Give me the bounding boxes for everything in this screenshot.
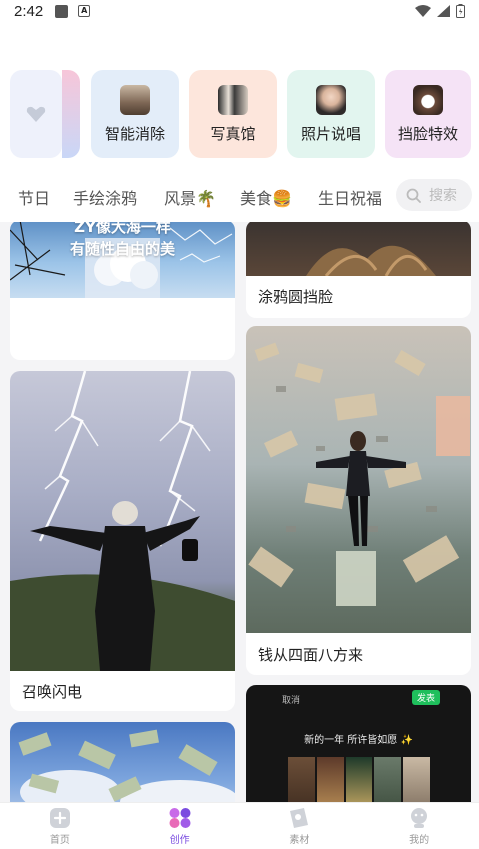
template-card-sea[interactable]: ZY像大海一样 有随性自由的美 [10, 222, 235, 360]
template-image-lightning [10, 371, 235, 671]
tool-card-face-cover[interactable]: 挡脸特效 [385, 70, 471, 158]
tab-profile[interactable]: 我的 [359, 803, 479, 849]
template-image-graffiti [246, 222, 471, 276]
battery-icon [456, 4, 465, 18]
category-tab-birthday[interactable]: 生日祝福 [318, 185, 382, 209]
face-cover-thumbnail [413, 84, 443, 115]
status-bar: 2:42 A [0, 0, 479, 22]
category-tab-festival[interactable]: 节日 [18, 185, 50, 209]
search-input[interactable]: 搜索 [396, 179, 472, 211]
tab-label-profile: 我的 [409, 834, 430, 846]
category-tab-scenery[interactable]: 风景🌴 [164, 185, 216, 209]
template-image-money [246, 326, 471, 633]
materials-icon [290, 807, 309, 828]
bottom-tab-bar: 首页 创作 素材 我的 [0, 802, 479, 849]
smart-erase-thumbnail [120, 84, 150, 115]
new-year-photo-strip [288, 757, 430, 802]
template-card-money[interactable]: 钱从四面八方来 [246, 326, 471, 675]
app-notification-icon: A [78, 5, 91, 17]
photo-studio-thumbnail [218, 84, 248, 115]
lightning-photo-art [10, 371, 235, 671]
template-image-sea: ZY像大海一样 有随性自由的美 [10, 222, 235, 298]
home-icon [49, 807, 70, 828]
card-title-graffiti: 涂鸦圆挡脸 [258, 288, 334, 306]
publish-button: 发表 [412, 690, 441, 705]
category-tab-food[interactable]: 美食🍔 [240, 185, 292, 209]
money-photo-art [248, 342, 470, 606]
tab-create[interactable]: 创作 [120, 803, 240, 849]
template-card-lightning[interactable]: 召唤闪电 [10, 371, 235, 711]
tool-label-photo-studio: 写真馆 [210, 124, 256, 143]
tab-label-materials: 素材 [289, 834, 310, 846]
search-placeholder: 搜索 [429, 188, 457, 204]
card-title-money: 钱从四面八方来 [258, 646, 364, 664]
template-card-new-year[interactable]: 取消 发表 新的一年 所许皆如愿 ✨ [246, 685, 471, 802]
tab-home[interactable]: 首页 [0, 803, 120, 849]
tool-label-photo-rap: 照片说唱 [300, 124, 361, 143]
wifi-icon [415, 5, 431, 17]
heart-icon [26, 106, 46, 122]
template-feed: ZY像大海一样 有随性自由的美 涂鸦圆挡脸 召唤闪电 钱从四面八方来 取消 发表… [0, 222, 479, 802]
template-card-graffiti-circle[interactable]: 涂鸦圆挡脸 [246, 222, 471, 318]
tool-card-more[interactable] [10, 70, 62, 158]
tool-card-photo-studio[interactable]: 写真馆 [189, 70, 277, 158]
tool-label-face-cover: 挡脸特效 [397, 124, 458, 143]
card-title-lightning: 召唤闪电 [22, 683, 83, 701]
tab-label-home: 首页 [49, 834, 70, 846]
search-icon [406, 188, 421, 203]
profile-icon [411, 807, 428, 828]
tool-card-photo-rap[interactable]: 照片说唱 [287, 70, 375, 158]
tool-row: 智能消除 写真馆 照片说唱 挡脸特效 [0, 70, 479, 158]
hair-photo-art [306, 245, 436, 276]
tool-label-smart-erase: 智能消除 [104, 124, 165, 143]
signal-icon [437, 5, 450, 17]
status-time: 2:42 [14, 2, 44, 20]
template-image-dollar-sky [10, 722, 235, 802]
category-tab-hand-drawn[interactable]: 手绘涂鸦 [73, 185, 137, 209]
tab-label-create: 创作 [169, 834, 190, 846]
new-year-caption: 新的一年 所许皆如愿 ✨ [304, 735, 413, 746]
tool-card-smart-erase[interactable]: 智能消除 [91, 70, 179, 158]
cancel-label: 取消 [282, 696, 301, 706]
tool-card-partial[interactable] [62, 70, 80, 158]
sea-card-caption: ZY像大海一样 有随性自由的美 [69, 222, 175, 258]
dollar-sky-art [18, 729, 235, 802]
tab-materials[interactable]: 素材 [240, 803, 360, 849]
template-card-dollar-sky[interactable] [10, 722, 235, 802]
photo-rap-thumbnail [316, 84, 346, 115]
create-icon [169, 807, 191, 828]
notification-icon [55, 4, 69, 18]
